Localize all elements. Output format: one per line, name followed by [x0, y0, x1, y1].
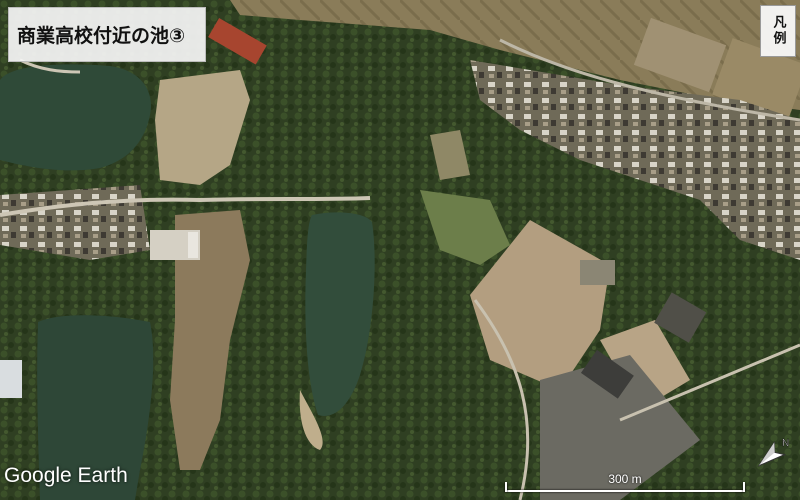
residential-area-west — [0, 185, 150, 260]
north-arrow-icon[interactable]: N — [752, 430, 796, 476]
map-view[interactable]: 商業高校付近の池③ 凡例 Google Earth 300 m N — [0, 0, 800, 500]
north-label: N — [782, 438, 789, 449]
google-earth-logo: Google Earth — [4, 464, 128, 487]
satellite-map[interactable] — [0, 0, 800, 500]
scale-tick-left — [505, 482, 507, 492]
map-title-box: 商業高校付近の池③ — [8, 7, 206, 62]
scale-tick-right — [743, 482, 745, 492]
greenhouse — [0, 360, 22, 398]
legend-button-label: 凡例 — [770, 15, 786, 47]
scale-label: 300 m — [608, 472, 642, 486]
legend-button[interactable]: 凡例 — [760, 5, 796, 57]
scale-line — [505, 490, 745, 492]
scale-bar: 300 m — [505, 472, 745, 496]
map-title: 商業高校付近の池③ — [17, 25, 186, 47]
